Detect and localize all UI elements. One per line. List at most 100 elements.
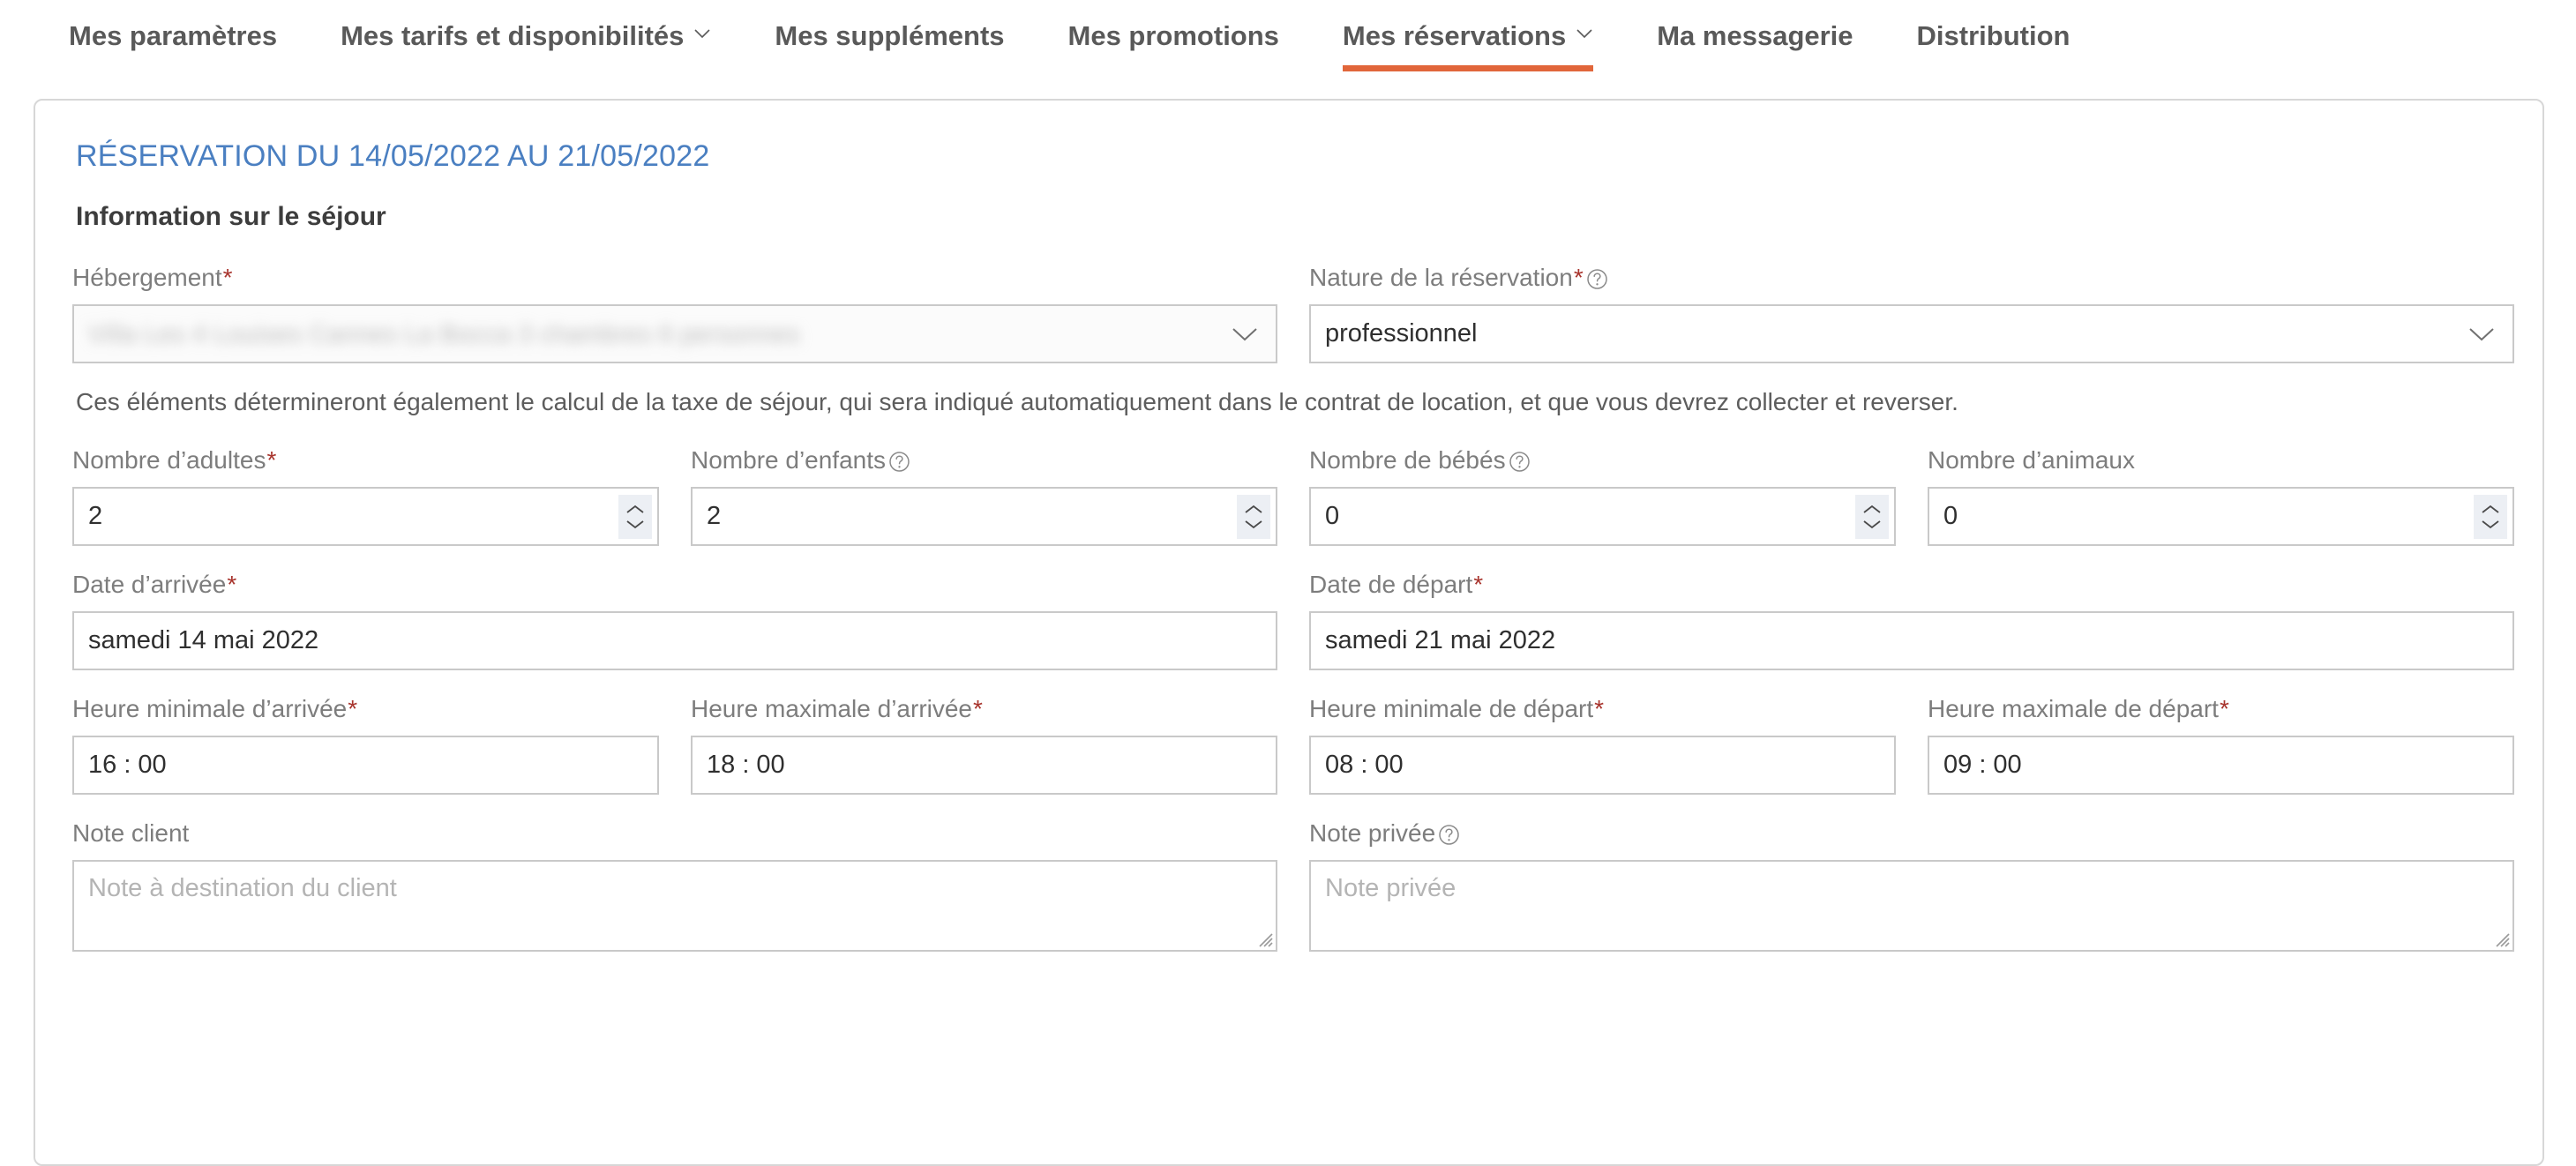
heure-max-arrivee-input[interactable]: 18 : 00 xyxy=(691,736,1277,796)
field-heure-min-depart: Heure minimale de départ * 08 : 00 xyxy=(1309,693,1896,796)
required-marker: * xyxy=(227,571,237,599)
field-hebergement: Hébergement * Villa Les 4 Louises Cannes … xyxy=(72,262,1277,363)
label-text: Heure maximale de départ xyxy=(1928,695,2219,723)
nombre-enfants-input[interactable]: 2 xyxy=(691,487,1277,547)
nombre-animaux-input[interactable]: 0 xyxy=(1928,487,2514,547)
nav-item-label: Mes paramètres xyxy=(69,20,278,51)
nav-item-mes-parametres[interactable]: Mes paramètres xyxy=(69,19,277,71)
heure-max-arrivee-value: 18 : 00 xyxy=(707,751,785,780)
date-depart-input[interactable]: samedi 21 mai 2022 xyxy=(1309,611,2514,671)
reservation-card: RÉSERVATION DU 14/05/2022 AU 21/05/2022 … xyxy=(34,99,2544,1166)
main-navigation: Mes paramètres Mes tarifs et disponibili… xyxy=(0,0,2576,97)
spinner-icon[interactable] xyxy=(618,494,652,539)
help-icon[interactable] xyxy=(888,451,910,473)
nav-item-ma-messagerie[interactable]: Ma messagerie xyxy=(1657,19,1853,71)
required-marker: * xyxy=(266,446,277,475)
date-arrivee-input[interactable]: samedi 14 mai 2022 xyxy=(72,611,1277,671)
required-marker: * xyxy=(348,695,358,723)
help-icon[interactable] xyxy=(1438,824,1460,846)
label-text: Date de départ xyxy=(1309,571,1473,599)
spinner-icon[interactable] xyxy=(2474,494,2507,539)
section-title-stay-info: Information sur le séjour xyxy=(76,202,386,231)
nature-reservation-select[interactable]: professionnel xyxy=(1309,304,2514,363)
heure-min-arrivee-input[interactable]: 16 : 00 xyxy=(72,736,659,796)
nav-item-label: Ma messagerie xyxy=(1657,20,1853,51)
nombre-bebes-input[interactable]: 0 xyxy=(1309,487,1896,547)
form-row-notes: Note client Note à destination du client… xyxy=(72,818,2514,953)
field-nombre-bebes: Nombre de bébés 0 xyxy=(1309,445,1896,547)
nav-item-label: Mes tarifs et disponibilités xyxy=(341,20,685,51)
field-label-nombre-animaux: Nombre d’animaux xyxy=(1928,445,2514,475)
field-heure-max-depart: Heure maximale de départ * 09 : 00 xyxy=(1928,693,2514,796)
nav-item-mes-supplements[interactable]: Mes suppléments xyxy=(775,19,1004,71)
help-icon[interactable] xyxy=(1586,268,1608,290)
nav-item-distribution[interactable]: Distribution xyxy=(1917,19,2071,71)
hebergement-select[interactable]: Villa Les 4 Louises Cannes La Bocca 3 ch… xyxy=(72,304,1277,363)
required-marker: * xyxy=(1473,571,1484,599)
field-nature-reservation: Nature de la réservation * professionnel xyxy=(1309,262,2514,363)
label-text: Nature de la réservation xyxy=(1309,264,1573,291)
help-icon[interactable] xyxy=(1509,451,1531,473)
label-text: Note privée xyxy=(1309,819,1436,848)
nav-item-mes-tarifs-et-disponibilites[interactable]: Mes tarifs et disponibilités xyxy=(341,19,711,71)
nombre-bebes-value: 0 xyxy=(1325,502,1340,531)
label-text: Heure minimale d’arrivée xyxy=(72,695,348,723)
nature-reservation-value: professionnel xyxy=(1325,319,1478,348)
chevron-down-icon xyxy=(693,25,711,42)
field-label-heure-min-depart: Heure minimale de départ * xyxy=(1309,693,1896,724)
field-label-heure-max-depart: Heure maximale de départ * xyxy=(1928,693,2514,724)
nombre-adultes-input[interactable]: 2 xyxy=(72,487,659,547)
note-privee-placeholder: Note privée xyxy=(1325,874,1456,903)
field-label-nombre-enfants: Nombre d’enfants xyxy=(691,445,1277,475)
label-text: Heure minimale de départ xyxy=(1309,695,1594,723)
note-client-textarea[interactable]: Note à destination du client xyxy=(72,860,1277,953)
label-text: Heure maximale d’arrivée xyxy=(691,695,973,723)
field-heure-max-arrivee: Heure maximale d’arrivée * 18 : 00 xyxy=(691,693,1277,796)
form-row-times: Heure minimale d’arrivée * 16 : 00 Heure … xyxy=(72,693,2514,796)
resize-grip-icon[interactable] xyxy=(1254,929,1274,948)
field-nombre-adultes: Nombre d’adultes * 2 xyxy=(72,445,659,547)
field-label-nature-reservation: Nature de la réservation * xyxy=(1309,262,2514,293)
nav-item-label: Distribution xyxy=(1916,20,2071,51)
form-row-occupancy: Nombre d’adultes* 2 Nombre d’enfants 2 xyxy=(72,445,2514,547)
page-title: RÉSERVATION DU 14/05/2022 AU 21/05/2022 xyxy=(76,139,710,173)
field-nombre-animaux: Nombre d’animaux 0 xyxy=(1928,445,2514,547)
required-marker: * xyxy=(2219,695,2229,723)
nav-item-label: Mes suppléments xyxy=(775,20,1005,51)
nav-item-label: Mes réservations xyxy=(1342,20,1567,51)
nav-item-mes-reservations[interactable]: Mes réservations xyxy=(1342,19,1594,72)
field-label-nombre-adultes: Nombre d’adultes * xyxy=(72,445,659,475)
label-text: Note client xyxy=(72,819,190,848)
field-date-depart: Date de départ * samedi 21 mai 2022 xyxy=(1309,569,2514,671)
resize-grip-icon[interactable] xyxy=(2491,929,2511,948)
label-text: Date d’arrivée xyxy=(72,571,227,599)
nombre-adultes-value: 2 xyxy=(88,502,103,531)
heure-min-depart-input[interactable]: 08 : 00 xyxy=(1309,736,1896,796)
heure-max-depart-input[interactable]: 09 : 00 xyxy=(1928,736,2514,796)
field-label-heure-min-arrivee: Heure minimale d’arrivée * xyxy=(72,693,659,724)
field-label-note-client: Note client xyxy=(72,818,1277,848)
required-marker: * xyxy=(1573,264,1584,291)
date-depart-value: samedi 21 mai 2022 xyxy=(1325,626,1556,655)
heure-min-depart-value: 08 : 00 xyxy=(1325,751,1404,780)
field-label-hebergement: Hébergement * xyxy=(72,262,1277,293)
spinner-icon[interactable] xyxy=(1855,494,1889,539)
spinner-icon[interactable] xyxy=(1237,494,1270,539)
label-text: Nombre d’animaux xyxy=(1928,446,2135,475)
note-privee-textarea[interactable]: Note privée xyxy=(1309,860,2514,953)
date-arrivee-value: samedi 14 mai 2022 xyxy=(88,626,319,655)
nav-item-mes-promotions[interactable]: Mes promotions xyxy=(1068,19,1279,71)
heure-max-depart-value: 09 : 00 xyxy=(1943,751,2022,780)
label-text: Hébergement xyxy=(72,264,222,291)
hebergement-value: Villa Les 4 Louises Cannes La Bocca 3 ch… xyxy=(88,319,800,348)
field-note-privee: Note privée Note privée xyxy=(1309,818,2514,953)
label-text: Nombre de bébés xyxy=(1309,446,1506,475)
tax-info-text: Ces éléments détermineront également le … xyxy=(76,388,1958,415)
field-heure-min-arrivee: Heure minimale d’arrivée * 16 : 00 xyxy=(72,693,659,796)
nombre-animaux-value: 0 xyxy=(1943,502,1958,531)
form-row-dates: Date d’arrivée * samedi 14 mai 2022 Date … xyxy=(72,569,2514,671)
field-label-heure-max-arrivee: Heure maximale d’arrivée * xyxy=(691,693,1277,724)
nombre-enfants-value: 2 xyxy=(707,502,722,531)
heure-min-arrivee-value: 16 : 00 xyxy=(88,751,167,780)
required-marker: * xyxy=(1594,695,1605,723)
